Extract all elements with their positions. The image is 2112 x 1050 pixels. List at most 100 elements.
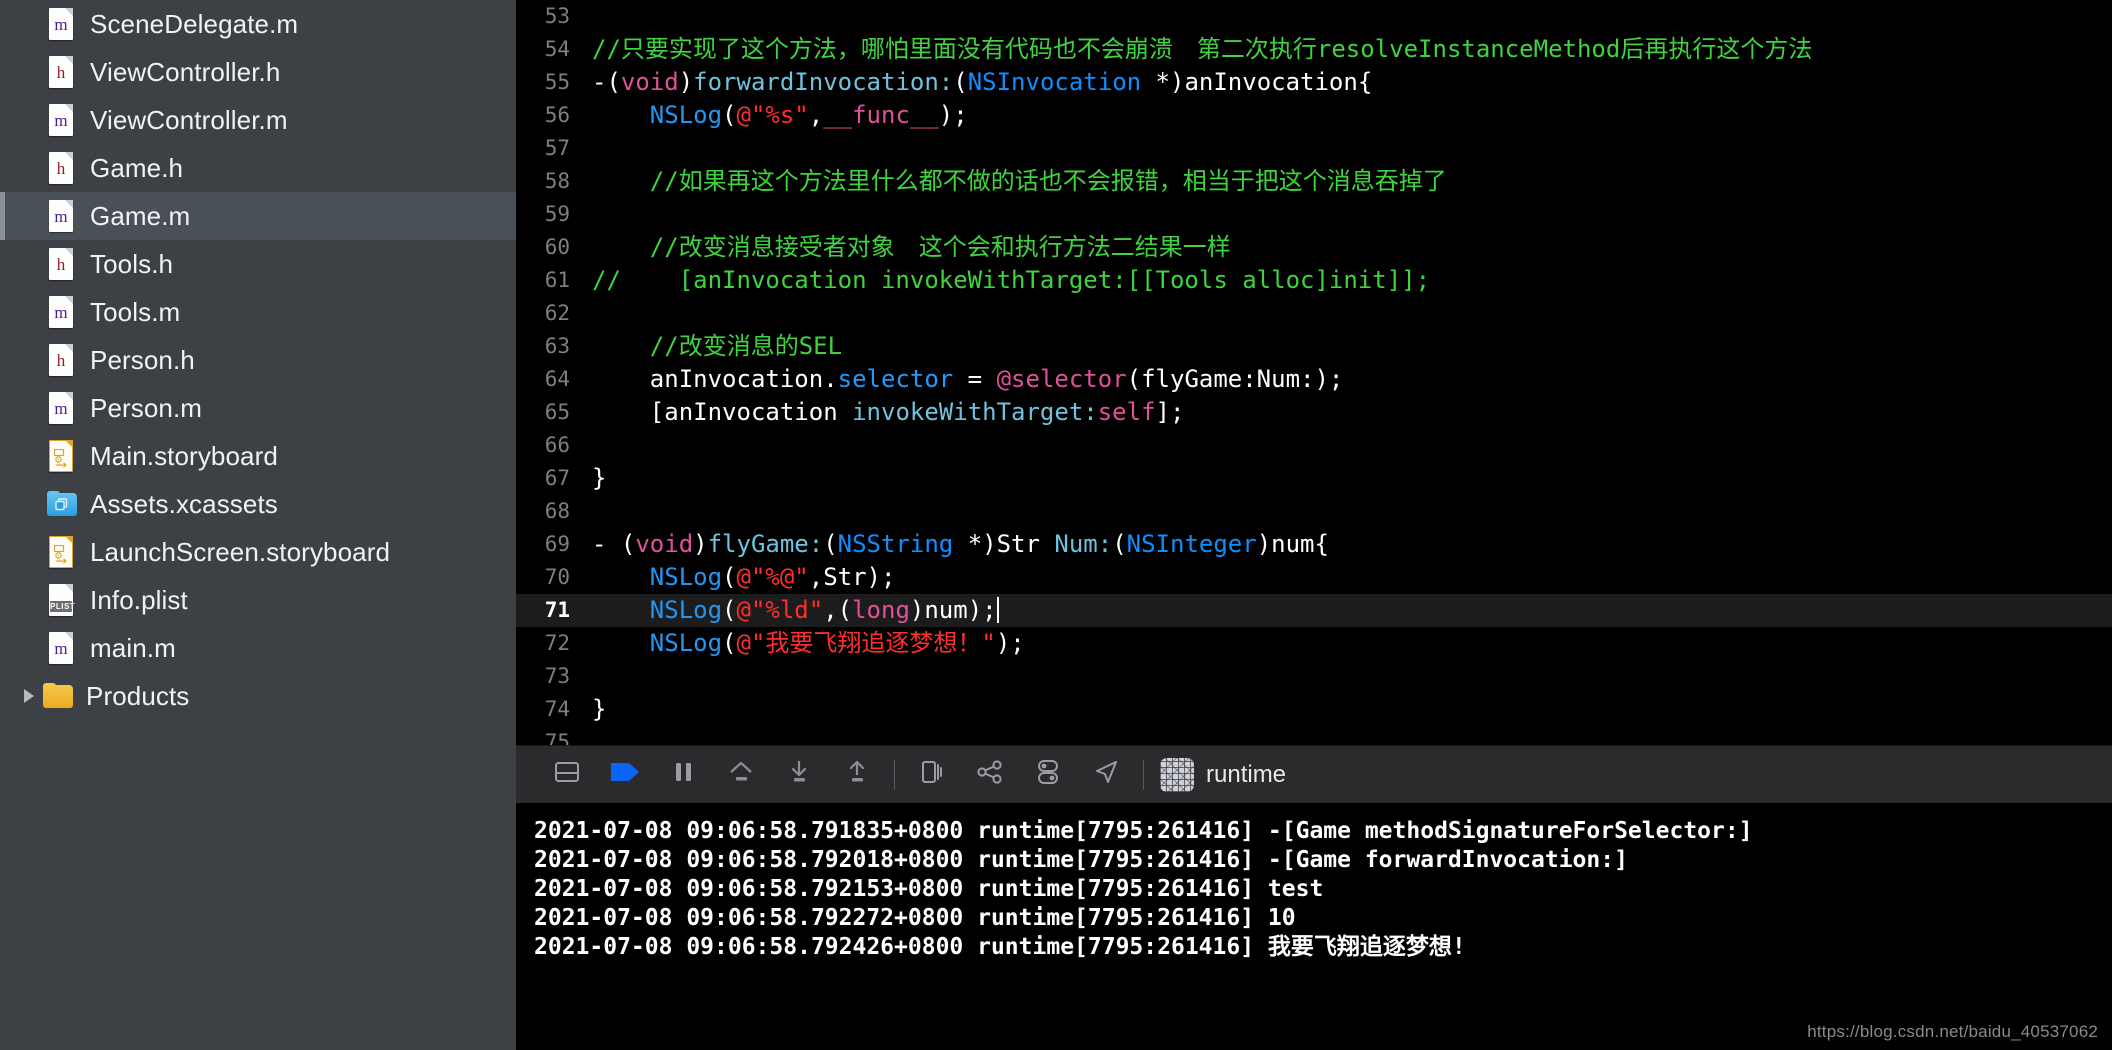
step-over-button[interactable] <box>712 746 770 804</box>
code-text: //如果再这个方法里什么都不做的话也不会报错，相当于把这个消息吞掉了 <box>586 165 1447 198</box>
nav-item-label: LaunchScreen.storyboard <box>90 536 391 567</box>
code-line[interactable]: 66 <box>516 429 2112 462</box>
console-line: 2021-07-08 09:06:58.792018+0800 runtime[… <box>534 847 1628 873</box>
line-number: 66 <box>544 433 570 457</box>
console-output[interactable]: 2021-07-08 09:06:58.791835+0800 runtime[… <box>516 803 2112 1050</box>
nav-item-label: Person.h <box>90 344 195 375</box>
view-debugger-button[interactable] <box>903 746 961 804</box>
code-text: NSLog(@"%s",__func__); <box>586 99 968 132</box>
nav-item-viewcontroller-m[interactable]: m ViewController.m <box>0 96 516 144</box>
code-token: ) <box>678 68 694 96</box>
nav-item-label: Assets.xcassets <box>90 488 278 519</box>
nav-item-game-h[interactable]: h Game.h <box>0 144 516 192</box>
code-line[interactable]: 69- (void)flyGame:(NSString *)Str Num:(N… <box>516 528 2112 561</box>
debug-toolbar[interactable]: runtime <box>516 745 2112 803</box>
source-code-editor[interactable]: 53 54 //只要实现了这个方法，哪怕里面没有代码也不会崩溃 第二次执行resol… <box>516 0 2112 745</box>
nav-item-info-plist[interactable]: PLIST Info.plist <box>0 576 516 624</box>
code-token: ); <box>995 629 1025 657</box>
pause-button[interactable] <box>654 746 712 804</box>
code-line[interactable]: 63 //改变消息的SEL <box>516 330 2112 363</box>
code-line[interactable]: 60 //改变消息接受者对象 这个会和执行方法二结果一样 <box>516 231 2112 264</box>
nav-item-scenedelegate-m[interactable]: m SceneDelegate.m <box>0 0 516 48</box>
code-token: ( <box>823 530 838 558</box>
debug-process-chip[interactable]: runtime <box>1160 757 1286 792</box>
code-token: } <box>592 464 607 492</box>
code-token: @"%s" <box>736 101 809 129</box>
code-line[interactable]: 70 NSLog(@"%@",Str); <box>516 561 2112 594</box>
toggle-debug-area-button[interactable] <box>538 746 596 804</box>
code-line[interactable]: 68 <box>516 495 2112 528</box>
line-number: 70 <box>544 565 570 589</box>
code-token: __func__ <box>823 101 939 129</box>
nav-item-assets-xcassets[interactable]: Assets.xcassets <box>0 480 516 528</box>
environment-overrides-button[interactable] <box>1019 746 1077 804</box>
disclosure-triangle-icon[interactable] <box>18 687 40 705</box>
objc-implementation-file-icon: m <box>46 391 76 427</box>
code-line[interactable]: 61 // [anInvocation invokeWithTarget:[[To… <box>516 264 2112 297</box>
storyboard-glyph <box>53 544 71 570</box>
code-line[interactable]: 59 <box>516 198 2112 231</box>
line-number: 71 <box>544 598 570 622</box>
step-out-button[interactable] <box>828 746 886 804</box>
nav-item-launchscreen-storyboard[interactable]: LaunchScreen.storyboard <box>0 528 516 576</box>
code-token: ,( <box>823 596 853 624</box>
watermark-text: https://blog.csdn.net/baidu_40537062 <box>1807 1022 2098 1041</box>
code-line[interactable]: 58 //如果再这个方法里什么都不做的话也不会报错，相当于把这个消息吞掉了 <box>516 165 2112 198</box>
code-token: *)Str <box>953 530 1055 558</box>
code-token: [anInvocation <box>592 398 853 426</box>
code-line[interactable]: 57 <box>516 132 2112 165</box>
step-into-icon <box>783 757 815 792</box>
nav-item-game-m[interactable]: m Game.m <box>0 192 516 240</box>
code-text: // [anInvocation invokeWithTarget:[[Tool… <box>586 264 1430 297</box>
app-icon <box>1160 757 1194 792</box>
continue-play-icon <box>607 757 643 792</box>
console-line: 2021-07-08 09:06:58.792272+0800 runtime[… <box>534 905 1296 931</box>
nav-item-tools-m[interactable]: m Tools.m <box>0 288 516 336</box>
code-line[interactable]: 53 <box>516 0 2112 33</box>
project-navigator[interactable]: m SceneDelegate.m h ViewController.h m ViewCo… <box>0 0 516 1050</box>
nav-item-viewcontroller-h[interactable]: h ViewController.h <box>0 48 516 96</box>
panel-bottom-icon <box>552 757 582 792</box>
nav-item-tools-h[interactable]: h Tools.h <box>0 240 516 288</box>
code-line[interactable]: 54 //只要实现了这个方法，哪怕里面没有代码也不会崩溃 第二次执行resolve… <box>516 33 2112 66</box>
nav-item-products[interactable]: Products <box>0 672 516 720</box>
nav-item-person-h[interactable]: h Person.h <box>0 336 516 384</box>
code-token: ) <box>693 530 708 558</box>
code-token: NSLog <box>649 563 723 591</box>
code-text: - (void)flyGame:(NSString *)Str Num:(NSI… <box>586 528 1329 561</box>
code-token: void <box>635 530 694 558</box>
objc-header-file-icon: h <box>46 247 76 283</box>
memory-graph-button[interactable] <box>961 746 1019 804</box>
code-line[interactable]: 72 NSLog(@"我要飞翔追逐梦想！"); <box>516 627 2112 660</box>
file-list[interactable]: m SceneDelegate.m h ViewController.h m ViewCo… <box>0 0 516 720</box>
step-into-button[interactable] <box>770 746 828 804</box>
code-token: //改变消息的SEL <box>592 332 843 360</box>
code-line[interactable]: 65 [anInvocation invokeWithTarget:self]; <box>516 396 2112 429</box>
code-line[interactable]: 56 NSLog(@"%s",__func__); <box>516 99 2112 132</box>
nav-item-main-m[interactable]: m main.m <box>0 624 516 672</box>
continue-button[interactable] <box>596 746 654 804</box>
code-token: = <box>953 365 997 393</box>
code-lines[interactable]: 53 54 //只要实现了这个方法，哪怕里面没有代码也不会崩溃 第二次执行resol… <box>516 0 2112 745</box>
debug-button-group[interactable] <box>538 746 1135 804</box>
nav-item-label: Main.storyboard <box>90 440 278 471</box>
code-line[interactable]: 55 -(void)forwardInvocation:(NSInvocation… <box>516 66 2112 99</box>
nav-item-label: Person.m <box>90 392 203 423</box>
code-line[interactable]: 75 <box>516 726 2112 745</box>
console-line: 2021-07-08 09:06:58.792426+0800 runtime[… <box>534 934 1466 960</box>
code-line[interactable]: 73 <box>516 660 2112 693</box>
code-line[interactable]: 71 NSLog(@"%ld",(long)num); <box>516 594 2112 627</box>
code-text: } <box>586 693 606 726</box>
nav-item-person-m[interactable]: m Person.m <box>0 384 516 432</box>
toolbar-divider-1 <box>894 759 895 790</box>
xcode-window: m SceneDelegate.m h ViewController.h m ViewCo… <box>0 0 2112 1050</box>
code-line[interactable]: 74} <box>516 693 2112 726</box>
nav-item-main-storyboard[interactable]: Main.storyboard <box>0 432 516 480</box>
code-line[interactable]: 64 anInvocation.selector = @selector(fly… <box>516 363 2112 396</box>
simulate-location-button[interactable] <box>1077 746 1135 804</box>
code-line[interactable]: 62 <box>516 297 2112 330</box>
line-number: 60 <box>544 235 570 259</box>
code-line[interactable]: 67} <box>516 462 2112 495</box>
